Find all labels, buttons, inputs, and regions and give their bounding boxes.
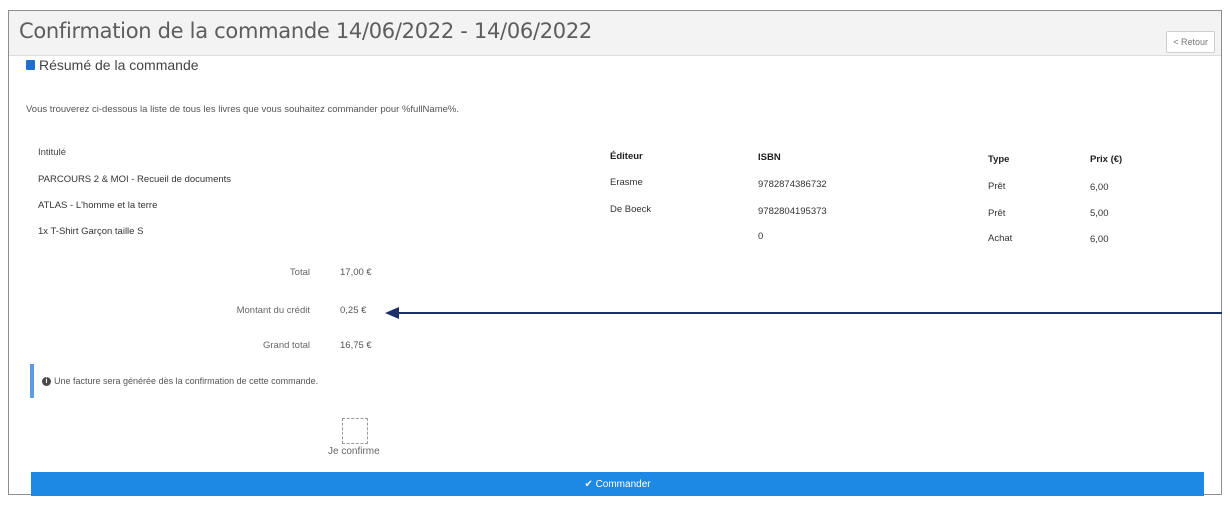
info-alert: i Une facture sera générée dès la confir…	[30, 364, 370, 398]
table-row-price: 6,00	[1090, 182, 1109, 193]
section-title: Résumé de la commande	[26, 57, 199, 73]
table-row-isbn: 0	[758, 231, 764, 242]
info-icon: i	[42, 376, 51, 386]
book-icon	[26, 60, 35, 70]
table-row-price: 6,00	[1090, 234, 1109, 245]
total-value: 17,00 €	[340, 267, 372, 278]
table-row-isbn: 9782804195373	[758, 206, 827, 217]
credit-label: Montant du crédit	[236, 305, 310, 316]
annotation-arrow-line	[397, 312, 1222, 314]
table-row-publisher: De Boeck	[610, 204, 652, 215]
order-button[interactable]: ✔ Commander	[31, 472, 1204, 496]
table-row-price: 5,00	[1090, 208, 1109, 219]
grand-total-value: 16,75 €	[340, 340, 372, 351]
table-row-type: Prêt	[988, 208, 1006, 219]
column-header-isbn: ISBN	[758, 152, 781, 163]
table-row-title: 1x T-Shirt Garçon taille S	[38, 226, 144, 237]
table-row-title: PARCOURS 2 & MOI - Recueil de documents	[38, 174, 232, 185]
table-row-type: Prêt	[988, 181, 1006, 192]
info-message: Une facture sera générée dès la confirma…	[54, 376, 319, 386]
column-header-publisher: Éditeur	[610, 151, 643, 162]
section-title-label: Résumé de la commande	[39, 57, 199, 73]
panel-header: Confirmation de la commande 14/06/2022 -…	[9, 11, 1221, 56]
order-confirmation-panel: Confirmation de la commande 14/06/2022 -…	[8, 10, 1222, 495]
table-row-title: ATLAS - L'homme et la terre	[38, 200, 158, 211]
page-title: Confirmation de la commande 14/06/2022 -…	[19, 19, 592, 43]
table-row-isbn: 9782874386732	[758, 179, 827, 190]
total-label: Total	[289, 267, 310, 278]
confirm-label[interactable]: Je confirme	[328, 446, 380, 457]
column-header-price: Prix (€)	[1090, 154, 1123, 165]
confirm-checkbox[interactable]	[342, 418, 368, 444]
table-row-type: Achat	[988, 233, 1013, 244]
grand-total-label: Grand total	[263, 340, 310, 351]
table-row-publisher: Erasme	[610, 177, 643, 188]
credit-value: 0,25 €	[340, 305, 367, 316]
column-header-title: Intitulé	[38, 147, 66, 158]
column-header-type: Type	[988, 154, 1010, 165]
back-button[interactable]: < Retour	[1166, 31, 1215, 53]
intro-text: Vous trouverez ci-dessous la liste de to…	[26, 104, 459, 115]
